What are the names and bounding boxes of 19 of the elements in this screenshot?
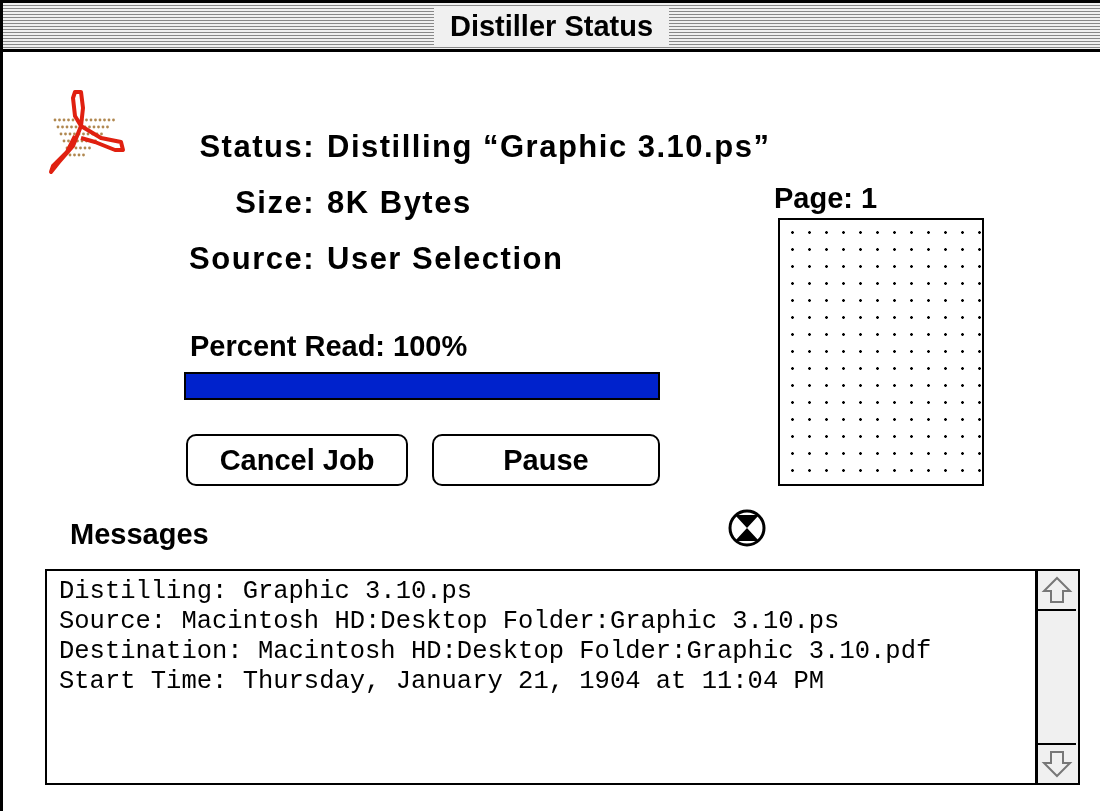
page-label: Page: 1 [774,181,879,216]
messages-label: Messages [70,517,209,552]
field-value: 8K Bytes [327,184,473,222]
progress-label: Percent Read: 100% [190,329,469,364]
field-label: Status: [198,128,315,166]
field-label: Size: [234,184,315,222]
field-value: Distilling “Graphic 3.10.ps” [327,128,771,166]
message-line: Destination: Macintosh HD:Desktop Folder:Graphic 3.10.pdf [59,637,933,667]
pause-button[interactable]: Pause [432,434,660,486]
cancel-button[interactable]: Cancel Job [186,434,408,486]
message-line: Distilling: Graphic 3.10.ps [59,577,474,607]
wait-cursor-icon [727,508,767,548]
field-value: User Selection [327,240,565,278]
window-title: Distiller Status [433,6,670,46]
field-label: Source: [188,240,315,278]
message-line: Start Time: Thursday, January 21, 1904 at 11:04 PM [59,667,826,697]
scroll-bar[interactable] [1035,571,1078,783]
title-bar[interactable]: Distiller Status [3,0,1100,52]
message-line: Source: Macintosh HD:Desktop Folder:Graphic 3.10.ps [59,607,841,637]
